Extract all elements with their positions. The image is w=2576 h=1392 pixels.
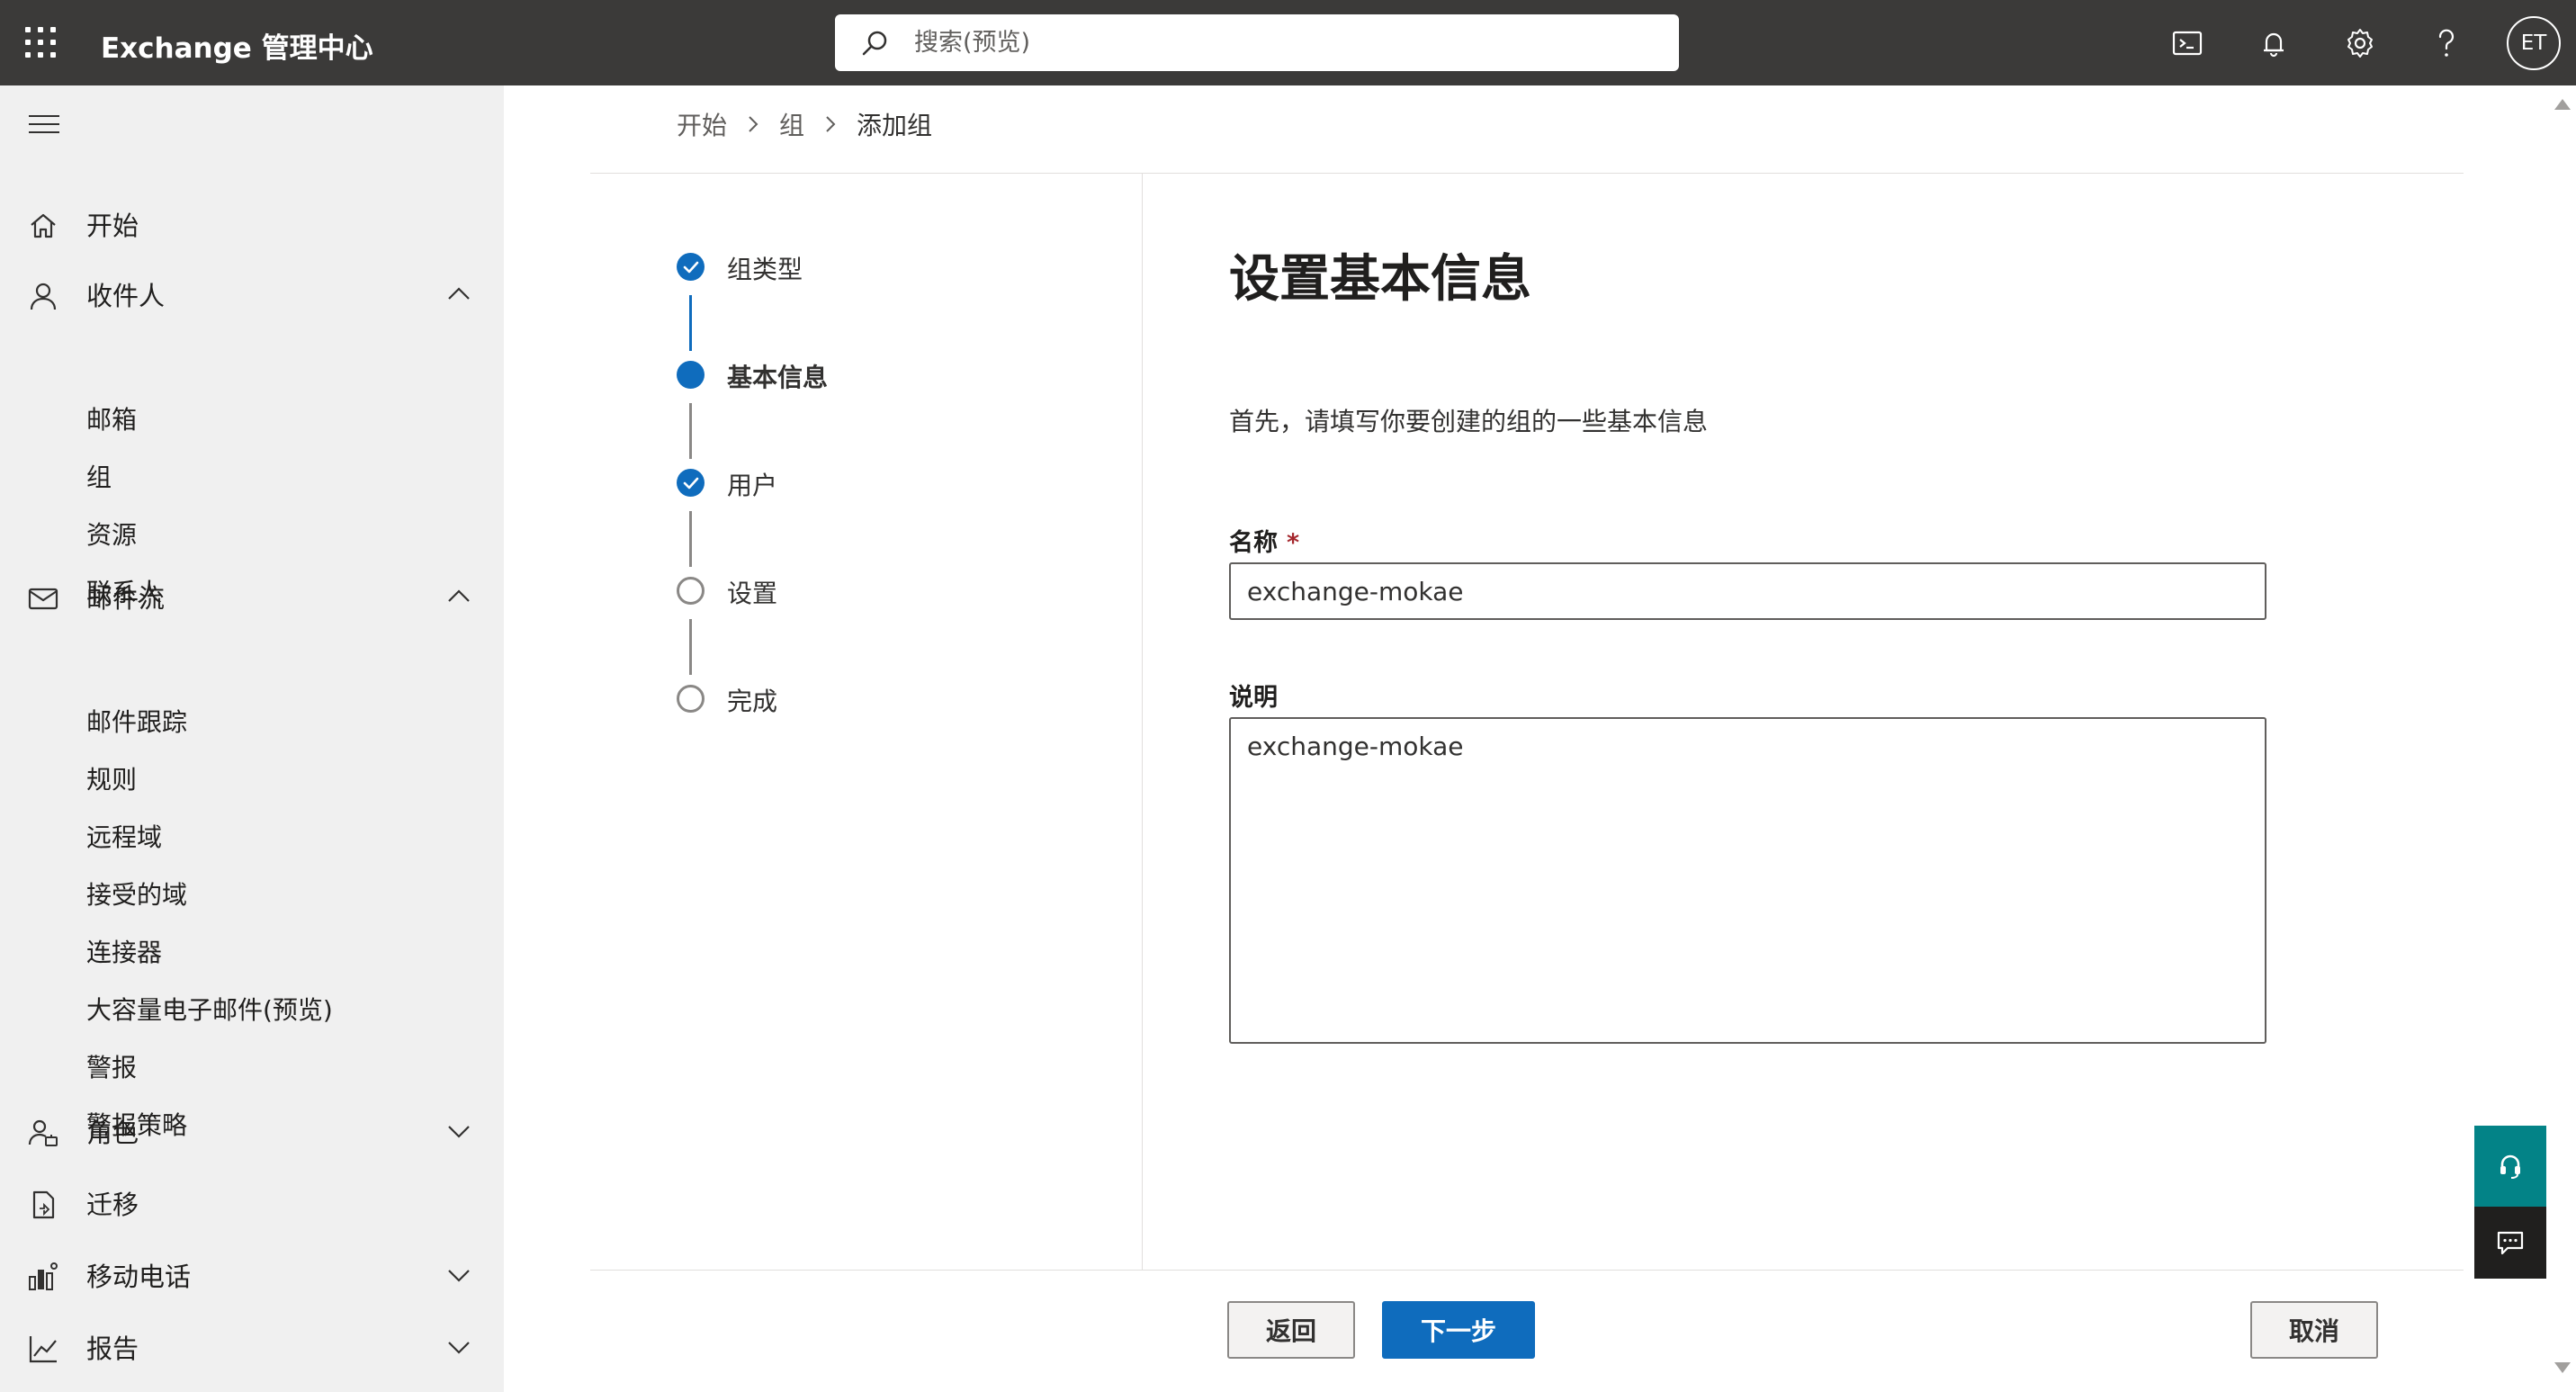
sidebar-subitem-rules[interactable]: 规则 (86, 760, 137, 796)
step-label-group-type[interactable]: 组类型 (727, 250, 803, 286)
help-support-button[interactable] (2474, 1126, 2546, 1207)
sidebar-item-mail-flow[interactable]: 邮件流 (0, 568, 504, 625)
sidebar-item-mobile[interactable]: 移动电话 (0, 1246, 504, 1304)
cloud-shell-icon[interactable] (2166, 22, 2209, 65)
step-label-settings[interactable]: 设置 (727, 574, 777, 610)
chevron-up-icon[interactable] (446, 285, 471, 303)
step-completed-icon (677, 253, 705, 281)
divider (590, 173, 2464, 174)
cancel-button[interactable]: 取消 (2250, 1301, 2378, 1359)
mail-icon (28, 588, 58, 610)
sidebar-item-label: 收件人 (86, 281, 166, 311)
sidebar-subitem-accepted-domains[interactable]: 接受的域 (86, 876, 187, 912)
chevron-down-icon[interactable] (446, 1122, 471, 1140)
top-bar: Exchange 管理中心 ET (0, 0, 2576, 85)
sidebar-item-migration[interactable]: 迁移 (0, 1174, 504, 1232)
name-label: 名称 * (1229, 523, 1299, 558)
scroll-down-arrow-icon[interactable] (2554, 1362, 2571, 1373)
sidebar-subitem-alerts[interactable]: 警报 (86, 1048, 137, 1084)
breadcrumb-item-groups[interactable]: 组 (779, 106, 804, 142)
required-marker: * (1287, 529, 1300, 557)
search-icon (862, 31, 887, 56)
chevron-up-icon[interactable] (446, 588, 471, 606)
sidebar-subitem-message-trace[interactable]: 邮件跟踪 (86, 703, 187, 739)
reports-icon (29, 1336, 57, 1363)
sidebar-subitem-mailboxes[interactable]: 邮箱 (86, 400, 137, 436)
step-current-icon (677, 361, 705, 389)
name-field[interactable] (1229, 562, 2266, 620)
sidebar-item-label: 移动电话 (86, 1262, 192, 1292)
sidebar-item-label: 邮件流 (86, 583, 166, 614)
step-connector (689, 295, 692, 351)
search-input[interactable] (914, 23, 1652, 61)
hamburger-menu-icon[interactable] (29, 112, 59, 139)
step-connector (689, 619, 692, 675)
help-icon[interactable] (2425, 22, 2468, 65)
scrollbar[interactable] (2551, 85, 2576, 1392)
sidebar-subitem-resources[interactable]: 资源 (86, 516, 137, 552)
sidebar-item-insights[interactable]: 见解 (0, 1385, 504, 1392)
sidebar-item-home[interactable]: 开始 (0, 195, 504, 253)
sidebar-subitem-groups[interactable]: 组 (86, 458, 112, 494)
step-connector (689, 511, 692, 567)
app-launcher-icon[interactable] (25, 27, 59, 61)
chevron-right-icon (824, 114, 837, 134)
breadcrumb-item-home[interactable]: 开始 (677, 106, 727, 142)
step-pending-icon (677, 577, 705, 605)
migration-icon (32, 1190, 55, 1219)
divider (590, 1270, 2464, 1271)
page-title: 设置基本信息 (1229, 250, 1531, 309)
search-box[interactable] (835, 14, 1679, 71)
headset-icon (2500, 1154, 2520, 1179)
roles-icon (28, 1119, 58, 1146)
step-label-users[interactable]: 用户 (727, 466, 777, 502)
mobile-icon (29, 1262, 58, 1290)
bell-icon[interactable] (2252, 22, 2295, 65)
home-icon (31, 213, 56, 238)
sidebar-item-reports[interactable]: 报告 (0, 1318, 504, 1376)
sidebar: 开始 收件人 邮箱 组 资源 联系人 邮件流 邮件跟踪 规则 远程域 接受的域 … (0, 85, 504, 1392)
chevron-down-icon[interactable] (446, 1338, 471, 1356)
back-button[interactable]: 返回 (1227, 1301, 1355, 1359)
sidebar-item-label: 开始 (86, 211, 139, 241)
scroll-up-arrow-icon[interactable] (2554, 99, 2571, 110)
next-button[interactable]: 下一步 (1382, 1301, 1535, 1359)
sidebar-item-label: 迁移 (86, 1190, 139, 1220)
feedback-button[interactable] (2474, 1207, 2546, 1279)
person-icon (30, 283, 57, 310)
sidebar-item-label: 角色 (86, 1118, 139, 1148)
name-label-text: 名称 (1229, 529, 1278, 557)
app-title[interactable]: Exchange 管理中心 (101, 25, 373, 66)
breadcrumb-item-current: 添加组 (857, 111, 933, 140)
sidebar-subitem-bulk-email[interactable]: 大容量电子邮件(预览) (86, 991, 333, 1027)
sidebar-item-recipients[interactable]: 收件人 (0, 265, 504, 323)
description-field[interactable]: exchange-mokae (1229, 717, 2266, 1044)
gear-icon[interactable] (2338, 22, 2382, 65)
breadcrumb: 开始 组 添加组 (677, 106, 932, 142)
intro-text: 首先，请填写你要创建的组的一些基本信息 (1229, 407, 1709, 436)
avatar[interactable]: ET (2507, 16, 2561, 70)
sidebar-item-label: 报告 (86, 1334, 139, 1364)
step-connector (689, 403, 692, 459)
feedback-icon (2497, 1231, 2524, 1255)
chevron-right-icon (747, 114, 759, 134)
sidebar-subitem-remote-domains[interactable]: 远程域 (86, 818, 162, 854)
divider (1142, 174, 1143, 1270)
chevron-down-icon[interactable] (446, 1266, 471, 1284)
step-label-basics[interactable]: 基本信息 (727, 358, 828, 394)
sidebar-item-roles[interactable]: 角色 (0, 1102, 504, 1160)
step-label-finish[interactable]: 完成 (727, 682, 777, 718)
description-label: 说明 (1229, 684, 1278, 712)
step-pending-icon (677, 685, 705, 713)
sidebar-subitem-connectors[interactable]: 连接器 (86, 933, 162, 969)
step-completed-icon (677, 469, 705, 497)
